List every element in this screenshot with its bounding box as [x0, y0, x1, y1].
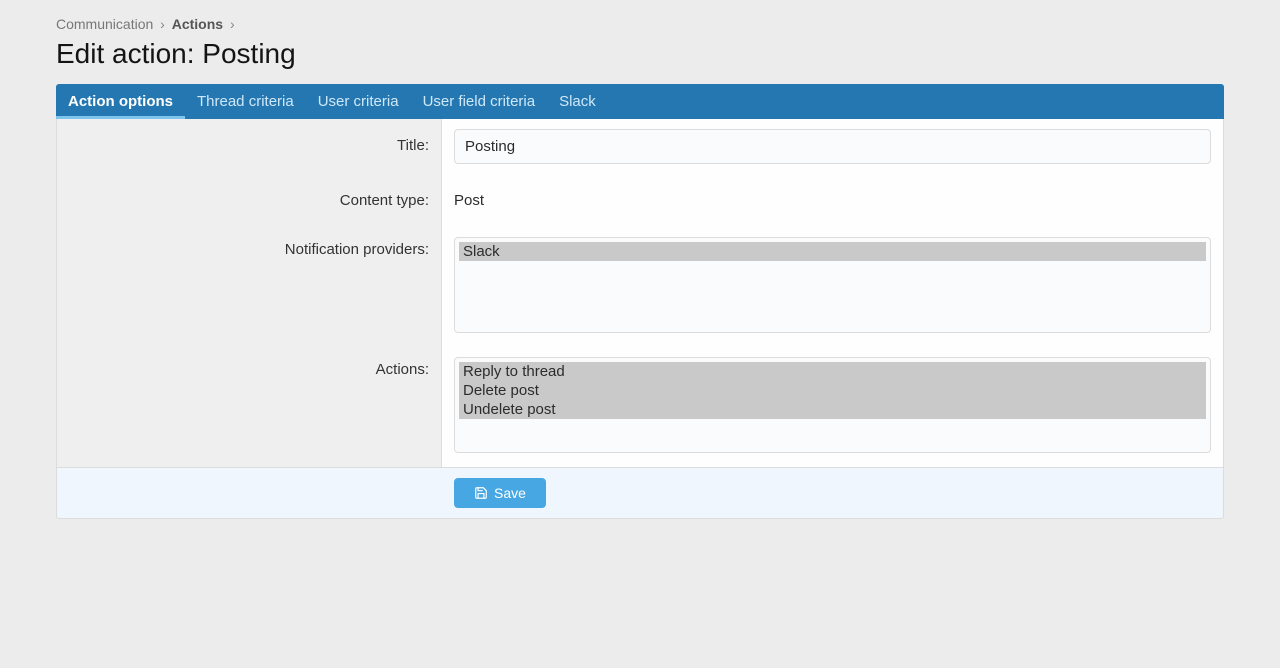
form-footer: Save	[56, 467, 1224, 519]
tab-action-options[interactable]: Action options	[56, 84, 185, 119]
breadcrumb-item-actions[interactable]: Actions	[172, 16, 223, 32]
action-option-reply-to-thread[interactable]: Reply to thread	[459, 362, 1206, 381]
provider-option-slack[interactable]: Slack	[459, 242, 1206, 261]
label-notification-providers: Notification providers:	[57, 227, 442, 347]
action-option-undelete-post[interactable]: Undelete post	[459, 400, 1206, 419]
chevron-right-icon: ›	[157, 16, 168, 32]
chevron-right-icon: ›	[227, 16, 238, 32]
breadcrumb-item-communication[interactable]: Communication	[56, 16, 153, 32]
action-option-delete-post[interactable]: Delete post	[459, 381, 1206, 400]
label-content-type: Content type:	[57, 174, 442, 227]
title-input[interactable]	[454, 129, 1211, 164]
actions-listbox[interactable]: Reply to thread Delete post Undelete pos…	[454, 357, 1211, 453]
tab-slack[interactable]: Slack	[547, 84, 608, 119]
tab-user-criteria[interactable]: User criteria	[306, 84, 411, 119]
content-type-value: Post	[454, 184, 1211, 217]
label-actions: Actions:	[57, 347, 442, 467]
label-title: Title:	[57, 119, 442, 174]
tab-thread-criteria[interactable]: Thread criteria	[185, 84, 306, 119]
tab-bar: Action options Thread criteria User crit…	[56, 84, 1224, 119]
save-icon	[474, 486, 488, 500]
breadcrumb: Communication › Actions ›	[56, 10, 1224, 36]
page-title: Edit action: Posting	[56, 38, 1224, 70]
notification-providers-listbox[interactable]: Slack	[454, 237, 1211, 333]
save-button[interactable]: Save	[454, 478, 546, 508]
tab-user-field-criteria[interactable]: User field criteria	[411, 84, 548, 119]
save-button-label: Save	[494, 485, 526, 501]
